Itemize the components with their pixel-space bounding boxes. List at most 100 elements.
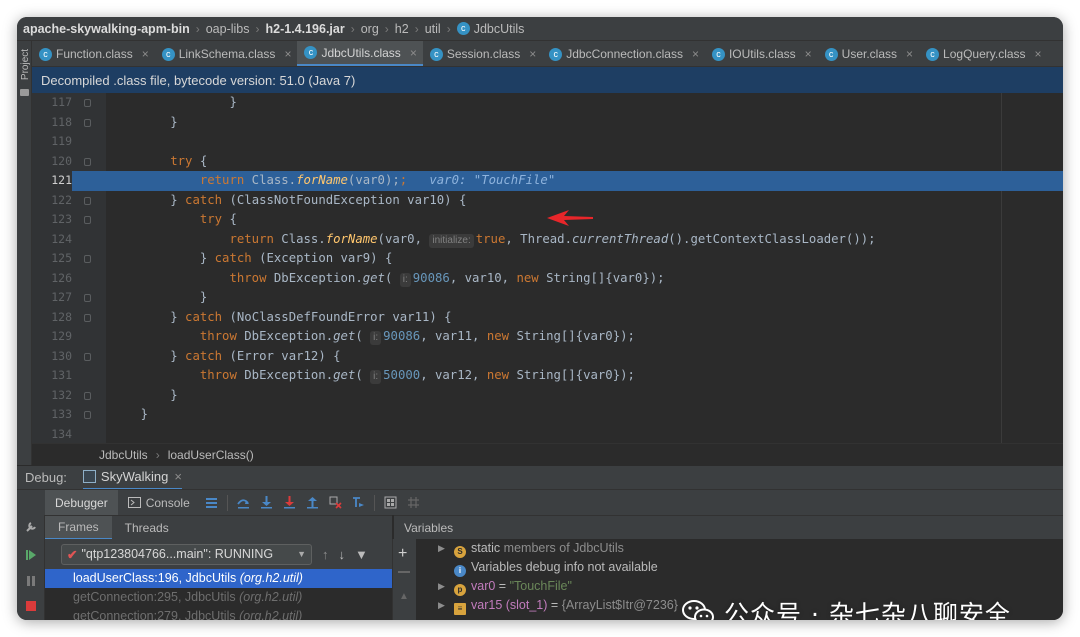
frame-item[interactable]: getConnection:295, JdbcUtils (org.h2.uti… [45, 588, 392, 607]
code-token: ( [355, 329, 371, 343]
tab-function-class[interactable]: c Function.class × [32, 41, 155, 66]
tab-session-class[interactable]: c Session.class × [423, 41, 542, 66]
arrow-up-icon[interactable]: ↑ [322, 547, 329, 562]
frame-package: (org.h2.util) [239, 571, 303, 585]
keyword: catch [185, 192, 223, 207]
tab-frames[interactable]: Frames [45, 515, 112, 540]
code-line: 124 return Class.forName(var0, initializ… [32, 230, 1063, 250]
close-icon[interactable]: × [805, 47, 812, 61]
code-token: Class. [273, 231, 326, 246]
filter-icon[interactable]: ▼ [355, 547, 368, 562]
debug-session-tab[interactable]: SkyWalking × [82, 466, 182, 490]
fold-marker-icon[interactable] [84, 255, 91, 263]
run-to-cursor-icon[interactable] [352, 496, 365, 509]
evaluate-expression-icon[interactable] [384, 496, 397, 509]
drop-frame-icon[interactable] [329, 496, 342, 509]
tab-label: Session.class [446, 47, 521, 61]
variable-row-var0[interactable]: ▶ p var0 = "TouchFile" [416, 577, 1063, 596]
wrench-icon[interactable] [25, 521, 37, 533]
variable-row-static[interactable]: ▶ Sstatic members of JdbcUtils [416, 539, 1063, 558]
tab-ioutils-class[interactable]: c IOUtils.class × [705, 41, 818, 66]
keyword: true [475, 231, 506, 246]
code-line: 117 } [32, 93, 1063, 113]
code-line: 132 } [32, 386, 1063, 406]
equals-sign: = [547, 598, 562, 612]
thread-select[interactable]: ✔ "qtp123804766...main": RUNNING ▼ [61, 543, 312, 565]
breadcrumb-jar[interactable]: h2-1.4.196.jar [266, 22, 345, 36]
class-icon: c [304, 46, 318, 59]
expand-arrow-icon[interactable]: ▶ [438, 596, 445, 615]
code-text: } [111, 113, 177, 133]
breadcrumb-oap-libs[interactable]: oap-libs [206, 22, 250, 36]
arrow-up-icon[interactable]: ▲ [399, 591, 409, 602]
breadcrumb-class[interactable]: JdbcUtils [474, 22, 525, 36]
fold-marker-icon[interactable] [84, 352, 91, 361]
project-tool-button[interactable]: Project [20, 49, 31, 80]
arrow-down-icon[interactable]: ↓ [339, 547, 346, 562]
fold-marker-icon[interactable] [84, 294, 91, 302]
variables-header: Variables [394, 515, 1063, 539]
code-text: return Class.forName(var0, initialize: tr… [111, 230, 876, 250]
close-icon[interactable]: × [284, 47, 291, 61]
tab-debugger[interactable]: Debugger [45, 489, 118, 516]
expand-arrow-icon[interactable]: ▶ [438, 577, 445, 596]
code-line: 126 throw DbException.get( i: 90086, var1… [32, 269, 1063, 289]
tab-threads[interactable]: Threads [112, 516, 182, 540]
fold-marker-icon[interactable] [84, 313, 91, 322]
grid-icon[interactable] [407, 496, 420, 509]
tab-jdbcconnection-class[interactable]: c JdbcConnection.class × [542, 41, 705, 66]
close-icon[interactable]: × [692, 47, 699, 61]
plus-icon[interactable]: + [398, 545, 407, 563]
chevron-right-icon: › [414, 21, 419, 36]
tab-linkschema-class[interactable]: c LinkSchema.class × [155, 41, 298, 66]
close-icon[interactable]: × [1035, 47, 1042, 61]
breadcrumb-class-name[interactable]: JdbcUtils [99, 448, 148, 462]
fold-marker-icon[interactable] [84, 118, 91, 127]
minus-icon[interactable] [398, 571, 410, 573]
number-literal: 90086 [383, 329, 421, 343]
breadcrumb-util[interactable]: util [425, 22, 441, 36]
fold-marker-icon[interactable] [84, 391, 91, 400]
tab-logquery-class[interactable]: c LogQuery.class × [919, 41, 1048, 66]
tab-user-class[interactable]: c User.class × [818, 41, 919, 66]
code-line: 128 } catch (NoClassDefFoundError var11)… [32, 308, 1063, 328]
close-icon[interactable]: × [174, 469, 182, 484]
line-number: 118 [51, 114, 72, 129]
frame-item[interactable]: getConnection:279, JdbcUtils (org.h2.uti… [45, 607, 392, 620]
code-token: String[]{var0}); [509, 329, 635, 343]
step-into-icon[interactable] [260, 496, 273, 509]
static-members-icon: S [454, 546, 466, 558]
fold-marker-icon[interactable] [84, 99, 91, 107]
method-name: forName [325, 231, 378, 246]
info-icon: i [454, 565, 466, 577]
fold-marker-icon[interactable] [84, 157, 91, 166]
breadcrumb-org[interactable]: org [361, 22, 379, 36]
menu-lines-icon[interactable] [205, 496, 218, 509]
resume-icon[interactable] [25, 549, 37, 561]
step-over-icon[interactable] [237, 496, 250, 509]
close-icon[interactable]: × [906, 47, 913, 61]
fold-marker-icon[interactable] [84, 196, 91, 205]
close-icon[interactable]: × [529, 47, 536, 61]
force-step-into-icon[interactable] [283, 496, 296, 509]
step-out-icon[interactable] [306, 496, 319, 509]
fold-marker-icon[interactable] [84, 411, 91, 419]
fold-marker-icon[interactable] [84, 216, 91, 224]
close-icon[interactable]: × [142, 47, 149, 61]
breadcrumb-method-name[interactable]: loadUserClass() [168, 448, 254, 462]
tab-jdbcutils-class[interactable]: c JdbcUtils.class × [297, 41, 423, 66]
code-editor[interactable]: 117 } 118 } 119 120 try { 121 return Cla… [32, 93, 1063, 443]
stop-icon[interactable] [25, 600, 37, 612]
frame-item[interactable]: loadUserClass:196, JdbcUtils (org.h2.uti… [45, 569, 392, 588]
breadcrumb-h2[interactable]: h2 [395, 22, 409, 36]
pause-icon[interactable] [25, 575, 37, 587]
tab-console[interactable]: Console [118, 490, 200, 516]
session-name: SkyWalking [100, 469, 169, 484]
debug-label: Debug: [25, 470, 67, 485]
expand-arrow-icon[interactable]: ▶ [438, 539, 445, 558]
close-icon[interactable]: × [410, 46, 417, 60]
code-text: try { [111, 152, 207, 172]
breadcrumb-project[interactable]: apache-skywalking-apm-bin [23, 22, 190, 36]
code-line: 134 [32, 425, 1063, 444]
variable-name: var0 [471, 579, 496, 593]
